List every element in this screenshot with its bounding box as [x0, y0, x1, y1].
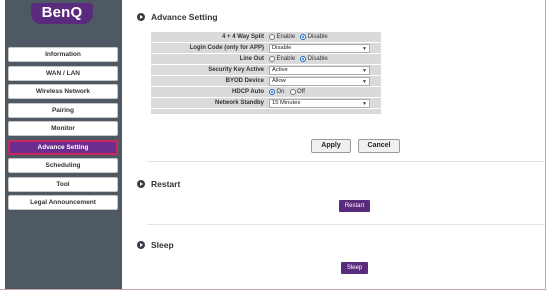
line-out-label: Line Out	[239, 56, 264, 62]
line-out-disable-label: Disable	[307, 56, 328, 62]
login-code-select[interactable]: Disable ▼	[269, 43, 370, 53]
byod-value: Allow	[272, 77, 286, 84]
line-out-disable-radio[interactable]: Disable	[300, 56, 328, 62]
sidebar-nav: Information WAN / LAN Wireless Network P…	[8, 47, 118, 214]
section-divider	[147, 224, 545, 225]
frame-border-right	[545, 0, 546, 290]
sleep-title: Sleep	[151, 240, 174, 250]
split-enable-label: Enable	[276, 34, 296, 40]
byod-select[interactable]: Allow ▼	[269, 76, 370, 86]
standby-row: Network Standby 15 Minutes ▼	[151, 98, 381, 109]
login-code-label: Login Code (only for APP)	[189, 45, 264, 51]
sidebar-item-pairing[interactable]: Pairing	[8, 102, 118, 118]
advance-setting-title: Advance Setting	[151, 12, 218, 22]
play-bullet-icon	[137, 13, 145, 21]
chevron-down-icon: ▼	[362, 78, 367, 85]
security-key-value: Active	[272, 66, 288, 73]
benq-logo: BenQ	[31, 3, 93, 24]
settings-table: 4 + 4 Way Split Enable Disable Login Cod…	[151, 32, 381, 115]
sidebar-item-information[interactable]: Information	[8, 47, 118, 62]
cancel-button[interactable]: Cancel	[358, 139, 400, 153]
radio-dot-icon	[289, 89, 296, 95]
split-disable-radio[interactable]: Disable	[300, 34, 328, 40]
standby-select[interactable]: 15 Minutes ▼	[269, 98, 370, 108]
byod-label: BYOD Device	[225, 78, 264, 84]
split-disable-label: Disable	[307, 34, 328, 40]
hdcp-on-label: On	[276, 89, 285, 95]
sidebar-item-wireless-network[interactable]: Wireless Network	[8, 84, 118, 99]
radio-dot-icon	[269, 89, 275, 95]
play-bullet-icon	[137, 241, 145, 249]
apply-button[interactable]: Apply	[311, 139, 351, 153]
section-divider	[147, 161, 545, 162]
sleep-button[interactable]: Sleep	[341, 262, 368, 274]
radio-dot-icon	[269, 56, 275, 62]
advance-setting-heading: Advance Setting	[137, 12, 218, 22]
line-out-enable-radio[interactable]: Enable	[269, 56, 295, 62]
sidebar-item-monitor[interactable]: Monitor	[8, 121, 118, 136]
line-out-enable-label: Enable	[276, 56, 296, 62]
chevron-down-icon: ▼	[362, 67, 367, 74]
restart-title: Restart	[151, 179, 181, 189]
restart-heading: Restart	[137, 179, 180, 189]
sidebar-item-tool[interactable]: Tool	[8, 176, 118, 192]
security-key-select[interactable]: Active ▼	[269, 65, 370, 75]
radio-dot-icon	[300, 34, 307, 40]
standby-value: 15 Minutes	[272, 99, 301, 106]
main-panel: Advance Setting 4 + 4 Way Split Enable D…	[122, 0, 545, 290]
sidebar-item-advance-setting[interactable]: Advance Setting	[8, 139, 118, 155]
login-code-value: Disable	[272, 44, 292, 51]
hdcp-label: HDCP Auto	[232, 89, 264, 95]
chevron-down-icon: ▼	[362, 100, 367, 107]
split-label: 4 + 4 Way Split	[222, 34, 264, 40]
radio-dot-icon	[300, 56, 307, 62]
frame-border-bottom	[0, 289, 545, 290]
sidebar-item-scheduling[interactable]: Scheduling	[8, 158, 118, 173]
hdcp-off-label: Off	[297, 89, 305, 95]
radio-dot-icon	[269, 34, 275, 40]
hdcp-off-radio[interactable]: Off	[289, 89, 305, 95]
standby-label: Network Standby	[214, 100, 264, 106]
line-out-row: Line Out Enable Disable	[151, 54, 381, 65]
restart-button[interactable]: Restart	[339, 200, 370, 212]
split-row: 4 + 4 Way Split Enable Disable	[151, 32, 381, 43]
table-footer-row	[151, 109, 381, 115]
security-key-row: Security Key Active Active ▼	[151, 65, 381, 76]
hdcp-on-radio[interactable]: On	[269, 89, 285, 95]
play-bullet-icon	[137, 180, 145, 188]
login-code-row: Login Code (only for APP) Disable ▼	[151, 43, 381, 54]
sleep-heading: Sleep	[137, 240, 174, 250]
form-actions: Apply Cancel	[311, 139, 400, 153]
sidebar-item-legal-announcement[interactable]: Legal Announcement	[8, 195, 118, 210]
split-enable-radio[interactable]: Enable	[269, 34, 295, 40]
byod-row: BYOD Device Allow ▼	[151, 76, 381, 87]
security-key-label: Security Key Active	[208, 67, 264, 73]
sidebar: BenQ Information WAN / LAN Wireless Netw…	[5, 0, 122, 290]
sidebar-item-wan-lan[interactable]: WAN / LAN	[8, 65, 118, 81]
hdcp-row: HDCP Auto On Off	[151, 87, 381, 98]
chevron-down-icon: ▼	[362, 45, 367, 52]
